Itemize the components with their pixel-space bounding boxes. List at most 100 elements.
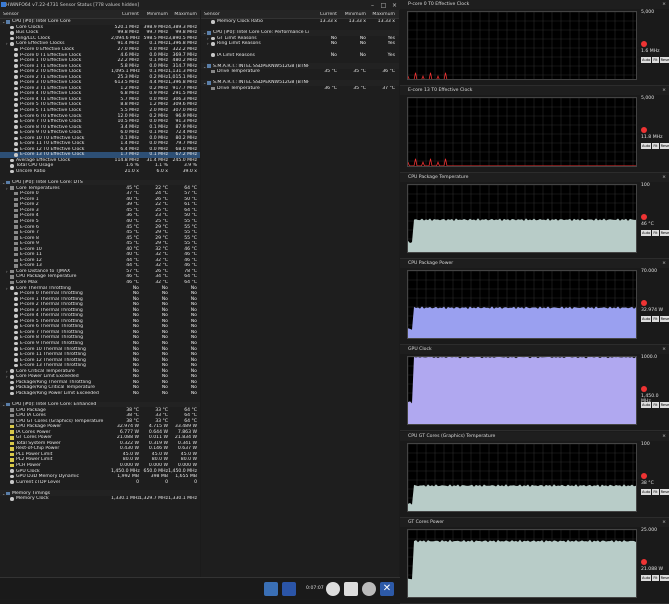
maximize-icon[interactable]: □ bbox=[378, 2, 389, 9]
sensor-row[interactable]: E-core 9 T0 Effective Clock 6.0 MHz 0.1 MH… bbox=[0, 130, 200, 136]
reset-button[interactable]: Reset bbox=[659, 316, 669, 323]
auto-button[interactable]: Auto bbox=[641, 143, 652, 150]
sensor-row[interactable]: Package/Ring Thermal Throttling No No No bbox=[0, 380, 200, 386]
sensor-row[interactable]: P-core 0 37 °C 24 °C 57 °C bbox=[0, 191, 200, 197]
close-icon[interactable]: × bbox=[389, 2, 400, 9]
close-icon[interactable]: × bbox=[662, 0, 666, 9]
sensor-row[interactable]: IA Cores Power 6.777 W 0.644 W 7.863 W bbox=[0, 429, 200, 435]
sensor-row[interactable]: E-core 6 45 °C 29 °C 55 °C bbox=[0, 224, 200, 230]
sensor-row[interactable]: E-core 11 40 °C 32 °C 46 °C bbox=[0, 252, 200, 258]
reset-button[interactable]: Reset bbox=[659, 402, 669, 409]
sensor-row[interactable]: E-core 10 T0 Effective Clock 0.1 MHz 0.0 M… bbox=[0, 135, 200, 141]
sensor-row[interactable]: E-core 9 45 °C 29 °C 55 °C bbox=[0, 241, 200, 247]
color-icon[interactable] bbox=[641, 41, 647, 48]
report-icon[interactable] bbox=[344, 582, 358, 596]
sensor-row[interactable]: P-core 2 Thermal Throttling No No No bbox=[0, 302, 200, 308]
sensor-row[interactable]: PL1 Power Limit 45.0 W 45.0 W 45.0 W bbox=[0, 452, 200, 458]
sensor-row[interactable]: › Core Distance to TJMAX 57 °C 26 °C 78 °C bbox=[0, 269, 200, 275]
sensor-row[interactable]: PCH Power 0.000 W 0.000 W 0.000 W bbox=[0, 463, 200, 469]
sensor-row[interactable]: CPU Package Power 32.974 W 4.715 W 33.489 W bbox=[0, 424, 200, 430]
sensor-row[interactable]: Core Clocks 520.1 MHz 398.9 MHz 4,389.3 MHz bbox=[0, 25, 200, 31]
auto-button[interactable]: Auto bbox=[641, 57, 652, 64]
reset-button[interactable]: Reset bbox=[659, 574, 669, 581]
fit-button[interactable]: Fit bbox=[652, 229, 659, 236]
sensor-row[interactable]: Memory Clock 1,330.1 MHz 1,329.7 MHz 1,330.… bbox=[0, 496, 200, 502]
sensor-row[interactable]: Package/Ring Power Limit Exceeded No No No bbox=[0, 391, 200, 397]
fit-button[interactable]: Fit bbox=[652, 57, 659, 64]
sensor-row[interactable]: Memory Clock Ratio 13.33 x 13.33 x 13.33 x bbox=[201, 19, 399, 25]
sensor-row[interactable]: E-core 12 Thermal Throttling No No No bbox=[0, 357, 200, 363]
sensor-row[interactable]: P-core 1 40 °C 26 °C 50 °C bbox=[0, 197, 200, 203]
reset-button[interactable]: Reset bbox=[659, 488, 669, 495]
fit-button[interactable]: Fit bbox=[652, 574, 659, 581]
sensor-row[interactable]: E-core 13 44 °C 32 °C 46 °C bbox=[0, 263, 200, 269]
sensor-row[interactable]: CPU IA Cores 38 °C 33 °C 64 °C bbox=[0, 413, 200, 419]
sensor-row[interactable]: › Core Critical Temperature No No No bbox=[0, 368, 200, 374]
sensor-row[interactable]: Total CPU Usage 1.6 % 1.1 % 3.9 % bbox=[0, 163, 200, 169]
sensor-row[interactable]: Average Effective Clock 114.8 MHz 31.4 MHz… bbox=[0, 158, 200, 164]
color-icon[interactable] bbox=[641, 386, 647, 393]
close-icon[interactable]: × bbox=[662, 173, 666, 182]
sensor-row[interactable]: › Ring Limit Reasons No No Yes bbox=[201, 41, 399, 47]
sensor-row[interactable]: E-core 6 T0 Effective Clock 12.0 MHz 0.2 M… bbox=[0, 113, 200, 119]
sensor-row[interactable]: E-core 11 Thermal Throttling No No No bbox=[0, 352, 200, 358]
sensor-row[interactable]: › Core Temperatures 45 °C 22 °C 64 °C bbox=[0, 185, 200, 191]
sensor-row[interactable]: E-core 10 40 °C 32 °C 46 °C bbox=[0, 246, 200, 252]
sensor-row[interactable]: E-core 7 45 °C 29 °C 55 °C bbox=[0, 230, 200, 236]
reset-button[interactable]: Reset bbox=[659, 229, 669, 236]
sensor-row[interactable]: P-core 1 Thermal Throttling No No No bbox=[0, 296, 200, 302]
sensor-config-icon[interactable] bbox=[282, 582, 296, 596]
sensor-row[interactable]: IA Limit Reasons No No Yes bbox=[201, 52, 399, 58]
close-icon[interactable]: × bbox=[662, 259, 666, 268]
sensor-row[interactable]: E-core 13 T0 Effective Clock 1.7 MHz 0.1 M… bbox=[0, 152, 200, 158]
color-icon[interactable] bbox=[641, 213, 647, 220]
sensor-row[interactable]: E-core 12 T0 Effective Clock 6.4 MHz 0.0 M… bbox=[0, 147, 200, 153]
sensor-row[interactable]: GT Cores Power 21.088 W 0.011 W 21.834 W bbox=[0, 435, 200, 441]
sensor-row[interactable]: P-core 3 45 °C 25 °C 64 °C bbox=[0, 208, 200, 214]
sensor-row[interactable]: Core Max 46 °C 32 °C 64 °C bbox=[0, 280, 200, 286]
auto-button[interactable]: Auto bbox=[641, 574, 652, 581]
sensor-row[interactable]: P-core 5 40 °C 25 °C 55 °C bbox=[0, 219, 200, 225]
close-icon[interactable]: ✕ bbox=[380, 582, 394, 596]
header-sensor[interactable]: Sensor bbox=[201, 12, 309, 17]
close-icon[interactable]: × bbox=[662, 518, 666, 527]
sensor-row[interactable]: P-core 4 T1 Effective Clock 5.7 MHz 0.0 MH… bbox=[0, 97, 200, 103]
sensor-row[interactable]: Bus Clock 99.8 MHz 99.7 MHz 99.8 MHz bbox=[0, 30, 200, 36]
sensor-row[interactable]: PL2 Power Limit 80.0 W 80.0 W 80.0 W bbox=[0, 457, 200, 463]
fit-button[interactable]: Fit bbox=[652, 316, 659, 323]
sensor-row[interactable]: Total System Power 0.322 W 0.319 W 0.341 W bbox=[0, 441, 200, 447]
auto-button[interactable]: Auto bbox=[641, 488, 652, 495]
sensor-row[interactable]: P-core 0 T1 Effective Clock 4.6 MHz 0.0 MH… bbox=[0, 52, 200, 58]
sensor-row[interactable]: P-core 3 Thermal Throttling No No No bbox=[0, 307, 200, 313]
sensor-row[interactable]: CPU Package Temperature 46 °C 34 °C 64 °C bbox=[0, 274, 200, 280]
sensor-row[interactable]: P-core 4 36 °C 23 °C 50 °C bbox=[0, 213, 200, 219]
sensor-row[interactable]: E-core 10 Thermal Throttling No No No bbox=[0, 346, 200, 352]
fit-button[interactable]: Fit bbox=[652, 488, 659, 495]
header-minimum[interactable]: Minimum bbox=[139, 12, 168, 17]
sensor-row[interactable]: P-core 0 Thermal Throttling No No No bbox=[0, 291, 200, 297]
color-icon[interactable] bbox=[641, 472, 647, 479]
sensor-row[interactable]: E-core 8 Thermal Throttling No No No bbox=[0, 335, 200, 341]
sensor-list-left[interactable]: Sensor Current Minimum Maximum ⌄ CPU [#0]… bbox=[0, 10, 200, 577]
sensor-row[interactable]: GPU Clock 1,450.0 MHz 650.0 MHz 1,450.0 MHz bbox=[0, 468, 200, 474]
sensor-row[interactable]: Package/Ring Critical Temperature No No No bbox=[0, 385, 200, 391]
sensor-row[interactable]: CPU GT Cores (Graphics) Temperature 38 °C… bbox=[0, 418, 200, 424]
header-current[interactable]: Current bbox=[111, 12, 139, 17]
sensor-row[interactable]: › Core Thermal Throttling No No No bbox=[0, 285, 200, 291]
color-icon[interactable] bbox=[641, 300, 647, 307]
header-maximum[interactable]: Maximum bbox=[366, 12, 395, 17]
sensor-row[interactable]: P-core 2 39 °C 22 °C 61 °C bbox=[0, 202, 200, 208]
sensor-row[interactable]: P-core 5 Thermal Throttling No No No bbox=[0, 319, 200, 325]
sensor-row[interactable]: E-core 13 Thermal Throttling No No No bbox=[0, 363, 200, 369]
header-minimum[interactable]: Minimum bbox=[337, 12, 366, 17]
close-icon[interactable]: × bbox=[662, 345, 666, 354]
sensor-row[interactable]: P-core 2 T0 Effective Clock 1,095.1 MHz 0.… bbox=[0, 69, 200, 75]
color-icon[interactable] bbox=[641, 127, 647, 134]
header-maximum[interactable]: Maximum bbox=[168, 12, 197, 17]
header-current[interactable]: Current bbox=[309, 12, 337, 17]
sensor-row[interactable]: › Core Power Limit Exceeded No No No bbox=[0, 374, 200, 380]
sensor-row[interactable]: E-core 9 Thermal Throttling No No No bbox=[0, 341, 200, 347]
sensor-row[interactable]: P-core 0 Effective Clock 27.0 MHz 0.0 MHz 3… bbox=[0, 47, 200, 53]
close-icon[interactable]: × bbox=[662, 432, 666, 441]
sensor-row[interactable]: P-core 5 T0 Effective Clock 8.8 MHz 1.2 MH… bbox=[0, 102, 200, 108]
